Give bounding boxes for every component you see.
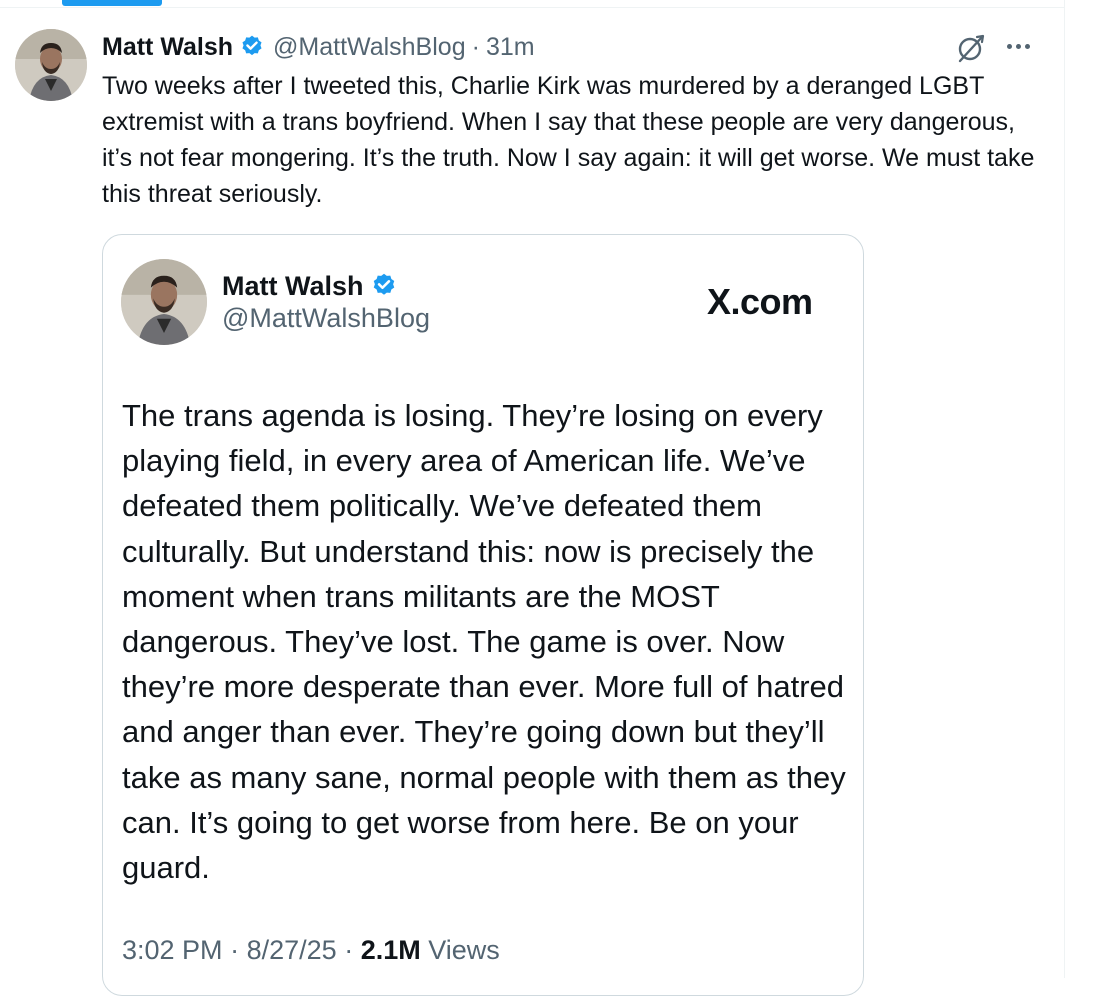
x-com-logo: X.com — [707, 281, 813, 322]
active-tab-indicator — [62, 0, 162, 6]
author-handle[interactable]: @MattWalshBlog — [273, 33, 466, 62]
meta-separator: · — [471, 32, 480, 61]
avatar-photo — [121, 259, 207, 345]
quoted-post-meta: 3:02 PM · 8/27/25 · 2.1M Views — [122, 935, 500, 966]
author-name[interactable]: Matt Walsh — [102, 33, 233, 62]
post-text: Two weeks after I tweeted this, Charlie … — [102, 72, 1035, 208]
grok-icon[interactable] — [955, 32, 987, 64]
avatar-photo — [15, 29, 87, 101]
quoted-post-text: The trans agenda is losing. They’re losi… — [122, 398, 846, 886]
post-time[interactable]: 31m — [486, 33, 535, 62]
verified-badge-icon — [239, 34, 265, 60]
views-count: 2.1M — [360, 935, 421, 965]
quoted-author-handle[interactable]: @MattWalshBlog — [222, 303, 430, 334]
quoted-post-time: 3:02 PM — [122, 935, 223, 965]
verified-badge-icon — [370, 272, 398, 300]
quoted-author-row: Matt Walsh — [222, 269, 398, 303]
quoted-author-avatar[interactable] — [121, 259, 207, 345]
top-divider — [0, 7, 1064, 8]
more-dot — [1015, 43, 1021, 49]
quoted-post-date: 8/27/25 — [246, 935, 337, 965]
author-avatar[interactable] — [15, 29, 87, 101]
timeline-border — [1064, 0, 1065, 978]
more-dot — [1006, 43, 1012, 49]
post-header: Matt Walsh @MattWalshBlog · 31m — [102, 30, 535, 64]
more-icon[interactable] — [1000, 30, 1036, 62]
meta-separator: · — [230, 935, 240, 965]
quoted-post-card[interactable]: Matt Walsh @MattWalshBlog X.com The tran… — [102, 234, 864, 996]
views-label: Views — [428, 935, 500, 965]
quoted-author-name[interactable]: Matt Walsh — [222, 271, 364, 302]
meta-separator: · — [344, 935, 354, 965]
more-dot — [1024, 43, 1030, 49]
